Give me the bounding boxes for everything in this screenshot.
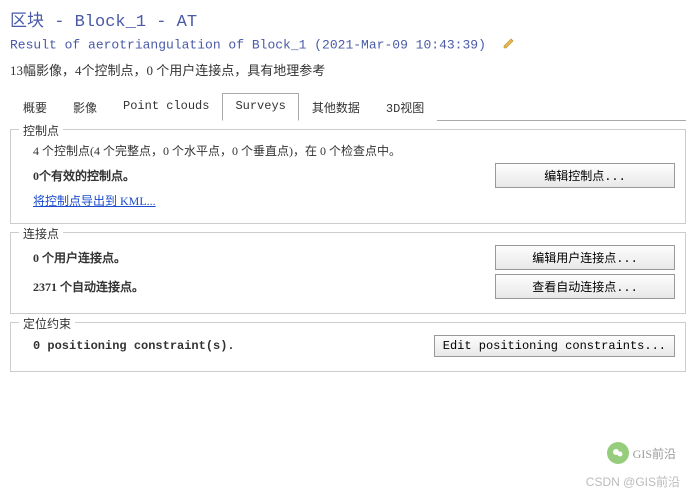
control-points-desc: 4 个控制点(4 个完整点，0 个水平点，0 个垂直点)，在 0 个检查点中。	[21, 142, 401, 159]
tab-other-data[interactable]: 其他数据	[299, 93, 373, 121]
tabs-bar: 概要 影像 Point clouds Surveys 其他数据 3D视图	[10, 93, 686, 121]
edit-constraints-button[interactable]: Edit positioning constraints...	[434, 335, 675, 357]
page-subtitle-row: Result of aerotriangulation of Block_1 (…	[10, 36, 686, 54]
auto-tie-points: 2371 个自动连接点。	[21, 278, 144, 295]
group-tie-points: 连接点 0 个用户连接点。 编辑用户连接点... 2371 个自动连接点。 查看…	[10, 232, 686, 314]
group-title-constraints: 定位约束	[19, 315, 75, 332]
edit-user-tie-points-button[interactable]: 编辑用户连接点...	[495, 245, 675, 270]
footer-logo-text: GIS前沿	[633, 445, 676, 462]
export-kml-link[interactable]: 将控制点导出到 KML...	[21, 192, 156, 209]
tab-3d-view[interactable]: 3D视图	[373, 93, 437, 121]
view-auto-tie-points-button[interactable]: 查看自动连接点...	[495, 274, 675, 299]
page-title: 区块 - Block_1 - AT	[10, 6, 686, 32]
page-subtitle: Result of aerotriangulation of Block_1 (…	[10, 37, 486, 52]
group-title-control-points: 控制点	[19, 122, 63, 139]
edit-control-points-button[interactable]: 编辑控制点...	[495, 163, 675, 188]
control-points-valid: 0个有效的控制点。	[21, 167, 135, 184]
pencil-icon[interactable]	[502, 36, 516, 54]
constraints-count: 0 positioning constraint(s).	[21, 339, 235, 353]
tab-overview[interactable]: 概要	[10, 93, 60, 121]
wechat-icon	[607, 442, 629, 464]
group-title-tie-points: 连接点	[19, 225, 63, 242]
footer-logo: GIS前沿	[607, 442, 676, 464]
tab-point-clouds[interactable]: Point clouds	[110, 93, 222, 121]
tab-images[interactable]: 影像	[60, 93, 110, 121]
footer-watermark: CSDN @GIS前沿	[586, 473, 680, 490]
tab-surveys[interactable]: Surveys	[222, 93, 298, 121]
block-summary: 13幅影像，4个控制点，0 个用户连接点，具有地理参考	[10, 60, 686, 79]
group-control-points: 控制点 4 个控制点(4 个完整点，0 个水平点，0 个垂直点)，在 0 个检查…	[10, 129, 686, 224]
user-tie-points: 0 个用户连接点。	[21, 249, 126, 266]
group-constraints: 定位约束 0 positioning constraint(s). Edit p…	[10, 322, 686, 372]
